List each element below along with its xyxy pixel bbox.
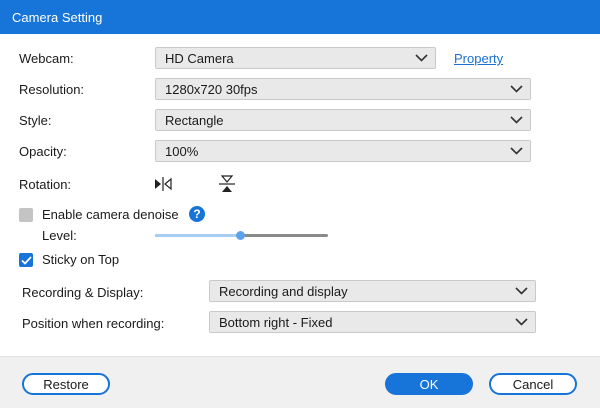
position-select[interactable]: Bottom right - Fixed <box>209 311 536 333</box>
restore-button[interactable]: Restore <box>22 373 110 395</box>
recording-display-select[interactable]: Recording and display <box>209 280 536 302</box>
recording-display-value: Recording and display <box>219 283 348 299</box>
chevron-down-icon <box>507 312 535 332</box>
style-value: Rectangle <box>165 112 224 128</box>
title-bar: Camera Setting <box>0 0 600 34</box>
resolution-label: Resolution: <box>19 82 85 97</box>
sticky-label: Sticky on Top <box>42 252 120 267</box>
flip-horizontal-icon[interactable] <box>154 176 172 192</box>
chevron-down-icon <box>502 79 530 99</box>
position-value: Bottom right - Fixed <box>219 314 333 330</box>
help-glyph: ? <box>193 207 201 221</box>
opacity-value: 100% <box>165 143 199 159</box>
resolution-value: 1280x720 30fps <box>165 81 258 97</box>
position-label: Position when recording: <box>22 316 165 331</box>
camera-settings-panel: Webcam: HD Camera Property Resolution: 1… <box>0 34 600 356</box>
denoise-label: Enable camera denoise <box>42 207 179 222</box>
help-icon[interactable]: ? <box>189 206 205 222</box>
rotation-label: Rotation: <box>19 177 72 192</box>
property-link[interactable]: Property <box>454 51 503 66</box>
dialog-footer: Restore OK Cancel <box>0 356 600 408</box>
denoise-checkbox[interactable] <box>19 208 33 222</box>
chevron-down-icon <box>507 281 535 301</box>
webcam-select[interactable]: HD Camera <box>155 47 436 69</box>
level-label: Level: <box>42 228 77 243</box>
sticky-checkbox[interactable] <box>19 253 33 267</box>
ok-button[interactable]: OK <box>385 373 473 395</box>
checkmark-icon <box>20 255 32 265</box>
cancel-button[interactable]: Cancel <box>489 373 577 395</box>
style-select[interactable]: Rectangle <box>155 109 531 131</box>
style-label: Style: <box>19 113 52 128</box>
opacity-select[interactable]: 100% <box>155 140 531 162</box>
chevron-down-icon <box>502 110 530 130</box>
slider-fill <box>155 234 240 237</box>
slider-thumb[interactable] <box>236 231 245 240</box>
chevron-down-icon <box>502 141 530 161</box>
window-title: Camera Setting <box>12 9 103 25</box>
chevron-down-icon <box>407 48 435 68</box>
resolution-select[interactable]: 1280x720 30fps <box>155 78 531 100</box>
flip-vertical-icon[interactable] <box>219 175 235 193</box>
opacity-label: Opacity: <box>19 144 67 159</box>
webcam-value: HD Camera <box>165 50 234 66</box>
webcam-label: Webcam: <box>19 51 74 66</box>
recording-display-label: Recording & Display: <box>22 285 144 300</box>
